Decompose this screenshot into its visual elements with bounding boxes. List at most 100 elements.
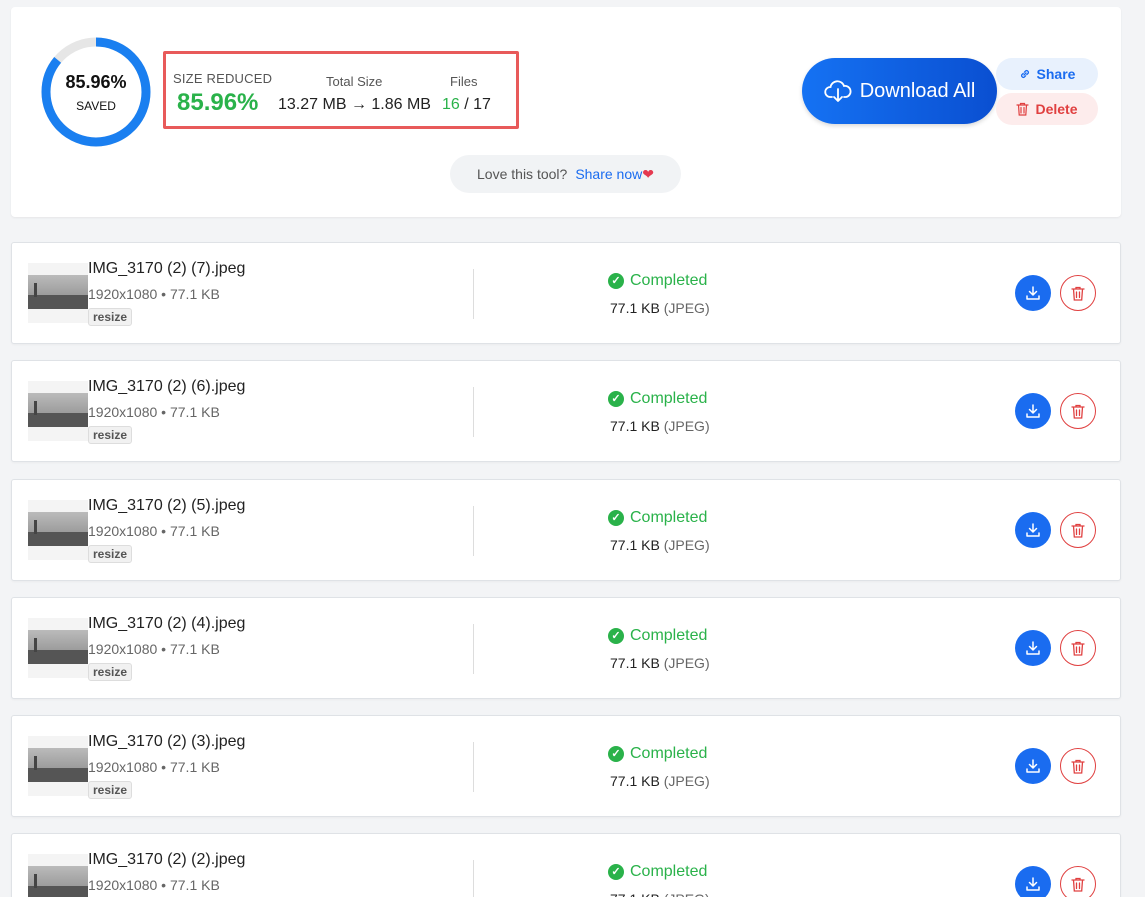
status-text: Completed <box>630 627 708 644</box>
check-circle-icon: ✓ <box>608 391 624 407</box>
trash-icon <box>1071 404 1085 419</box>
delete-file-button[interactable] <box>1060 866 1096 897</box>
output-size-value: 77.1 KB <box>610 418 660 434</box>
download-icon <box>1026 523 1040 537</box>
file-dimensions: 1920x1080 <box>88 286 158 302</box>
output-size: 77.1 KB (JPEG) <box>610 655 710 671</box>
file-meta: 1920x1080 • 77.1 KB <box>88 286 220 302</box>
share-now-link[interactable]: Share now❤ <box>575 166 654 183</box>
output-size-value: 77.1 KB <box>610 655 660 671</box>
operation-tag: resize <box>88 663 133 681</box>
file-size: 77.1 KB <box>169 759 220 775</box>
total-size-label: Total Size <box>326 74 383 89</box>
delete-file-button[interactable] <box>1060 275 1096 311</box>
download-icon <box>1026 286 1040 300</box>
trash-icon <box>1071 759 1085 774</box>
output-size-value: 77.1 KB <box>610 537 660 553</box>
total-size-to: 1.86 MB <box>371 96 431 113</box>
status-text: Completed <box>630 745 708 762</box>
file-dimensions: 1920x1080 <box>88 759 158 775</box>
download-file-button[interactable] <box>1015 630 1051 666</box>
operation-tag: resize <box>88 545 133 563</box>
savings-ring: 85.96% SAVED <box>40 36 152 148</box>
file-dimensions: 1920x1080 <box>88 877 158 893</box>
file-name: IMG_3170 (2) (6).jpeg <box>88 378 246 395</box>
trash-icon <box>1071 286 1085 301</box>
file-meta: 1920x1080 • 77.1 KB <box>88 877 220 893</box>
divider <box>473 269 474 319</box>
delete-file-button[interactable] <box>1060 393 1096 429</box>
file-row: IMG_3170 (2) (3).jpeg 1920x1080 • 77.1 K… <box>11 715 1121 817</box>
file-thumbnail <box>28 381 88 441</box>
delete-label: Delete <box>1035 101 1078 117</box>
download-file-button[interactable] <box>1015 512 1051 548</box>
share-button[interactable]: Share <box>996 58 1098 90</box>
file-size: 77.1 KB <box>169 286 220 302</box>
stats-highlight-box: SIZE REDUCED 85.96% Total Size 13.27 MB … <box>163 51 519 129</box>
status-badge: ✓ Completed <box>608 745 707 763</box>
file-name: IMG_3170 (2) (5).jpeg <box>88 497 246 514</box>
output-format: (JPEG) <box>663 655 710 671</box>
status-text: Completed <box>630 509 708 526</box>
file-row: IMG_3170 (2) (2).jpeg 1920x1080 • 77.1 K… <box>11 833 1121 897</box>
download-icon <box>1026 641 1040 655</box>
file-meta: 1920x1080 • 77.1 KB <box>88 641 220 657</box>
output-size: 77.1 KB (JPEG) <box>610 300 710 316</box>
file-size: 77.1 KB <box>169 523 220 539</box>
status-text: Completed <box>630 390 708 407</box>
download-all-label: Download All <box>859 79 976 102</box>
file-name: IMG_3170 (2) (4).jpeg <box>88 615 246 632</box>
trash-icon <box>1016 102 1030 116</box>
size-reduced-value: 85.96% <box>177 89 259 116</box>
status-badge: ✓ Completed <box>608 390 707 408</box>
check-circle-icon: ✓ <box>608 746 624 762</box>
download-all-button[interactable]: Download All <box>802 58 997 124</box>
trash-icon <box>1071 523 1085 538</box>
check-circle-icon: ✓ <box>608 510 624 526</box>
files-count: 16 / 17 <box>442 96 491 114</box>
output-size-value: 77.1 KB <box>610 300 660 316</box>
size-reduced-label: SIZE REDUCED <box>173 71 273 86</box>
delete-file-button[interactable] <box>1060 748 1096 784</box>
promo-text: Love this tool? <box>477 166 568 182</box>
savings-percent: 85.96% <box>65 72 127 92</box>
file-thumbnail <box>28 618 88 678</box>
download-icon <box>1026 759 1040 773</box>
file-row: IMG_3170 (2) (6).jpeg 1920x1080 • 77.1 K… <box>11 360 1121 462</box>
file-row: IMG_3170 (2) (4).jpeg 1920x1080 • 77.1 K… <box>11 597 1121 699</box>
check-circle-icon: ✓ <box>608 864 624 880</box>
output-size-value: 77.1 KB <box>610 773 660 789</box>
divider <box>473 387 474 437</box>
file-size: 77.1 KB <box>169 641 220 657</box>
share-label: Share <box>1036 66 1076 82</box>
share-now-label: Share now <box>575 165 643 182</box>
summary-card: 85.96% SAVED SIZE REDUCED 85.96% Total S… <box>11 7 1121 217</box>
file-meta: 1920x1080 • 77.1 KB <box>88 404 220 420</box>
operation-tag: resize <box>88 308 133 326</box>
divider <box>473 624 474 674</box>
download-file-button[interactable] <box>1015 866 1051 897</box>
arrow-right-icon: → <box>350 96 367 113</box>
divider <box>473 742 474 792</box>
file-thumbnail <box>28 854 88 897</box>
file-size: 77.1 KB <box>169 404 220 420</box>
delete-button[interactable]: Delete <box>996 93 1098 125</box>
file-row: IMG_3170 (2) (5).jpeg 1920x1080 • 77.1 K… <box>11 479 1121 581</box>
output-format: (JPEG) <box>663 773 710 789</box>
download-file-button[interactable] <box>1015 275 1051 311</box>
delete-file-button[interactable] <box>1060 512 1096 548</box>
output-size-value: 77.1 KB <box>610 891 660 897</box>
output-format: (JPEG) <box>663 418 710 434</box>
link-icon <box>1020 70 1029 78</box>
status-badge: ✓ Completed <box>608 863 707 881</box>
download-file-button[interactable] <box>1015 748 1051 784</box>
check-circle-icon: ✓ <box>608 273 624 289</box>
heart-icon: ❤ <box>642 165 654 182</box>
download-file-button[interactable] <box>1015 393 1051 429</box>
delete-file-button[interactable] <box>1060 630 1096 666</box>
file-thumbnail <box>28 263 88 323</box>
output-size: 77.1 KB (JPEG) <box>610 891 710 897</box>
download-icon <box>1026 877 1040 891</box>
file-name: IMG_3170 (2) (2).jpeg <box>88 851 246 868</box>
status-text: Completed <box>630 863 708 880</box>
